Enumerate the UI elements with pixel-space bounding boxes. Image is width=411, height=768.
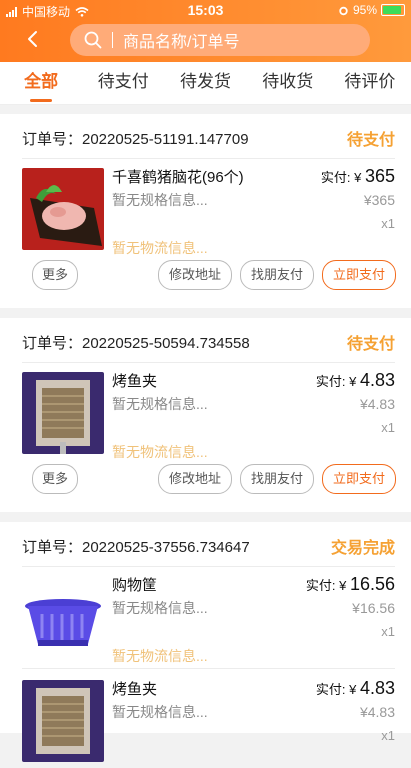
more-button[interactable]: 更多 xyxy=(32,464,78,494)
order-number: 订单号：20220525-37556.734647 xyxy=(22,538,250,556)
order-card: 订单号：20220525-51191.147709 待支付 千喜鹤猪脑花(96个… xyxy=(0,114,411,308)
change-address-button[interactable]: 修改地址 xyxy=(158,260,232,290)
order-header: 订单号：20220525-51191.147709 待支付 xyxy=(22,126,395,150)
paid-amount: 4.83 xyxy=(359,370,395,390)
paid-amount: 4.83 xyxy=(359,678,395,698)
item-quantity: x1 xyxy=(381,216,395,231)
item-paid: 实付: ¥ 4.83 xyxy=(316,370,395,391)
search-input[interactable]: 商品名称/订单号 xyxy=(70,24,370,56)
divider xyxy=(22,566,395,567)
order-card: 订单号：20220525-50594.734558 待支付 烤鱼夹 暂无规格信息… xyxy=(0,318,411,512)
search-placeholder: 商品名称/订单号 xyxy=(123,34,240,51)
battery-icon xyxy=(381,4,405,16)
item-spec: 暂无规格信息... xyxy=(112,704,208,720)
paid-amount: 16.56 xyxy=(349,574,395,594)
item-name: 烤鱼夹 xyxy=(112,373,158,390)
item-price: ¥365 xyxy=(363,192,395,208)
item-spec: 暂无规格信息... xyxy=(112,192,208,208)
item-paid: 实付: ¥ 4.83 xyxy=(316,678,395,699)
divider xyxy=(22,362,395,363)
item-logistics: 暂无物流信息... xyxy=(112,444,208,460)
order-status: 待支付 xyxy=(346,336,395,353)
order-tabs: 全部 待支付 待发货 待收货 待评价 xyxy=(0,62,411,105)
tab-pending-review[interactable]: 待评价 xyxy=(329,62,411,104)
paid-amount: 365 xyxy=(364,166,395,186)
header-bar: 中国移动 15:03 95% 商品名称/订单号 xyxy=(0,0,411,62)
item-price: ¥4.83 xyxy=(359,704,395,720)
product-image xyxy=(22,168,104,250)
divider xyxy=(22,158,395,159)
friend-pay-button[interactable]: 找朋友付 xyxy=(240,464,314,494)
item-spec: 暂无规格信息... xyxy=(112,600,208,616)
tab-pending-receipt[interactable]: 待收货 xyxy=(247,62,329,104)
friend-pay-button[interactable]: 找朋友付 xyxy=(240,260,314,290)
item-quantity: x1 xyxy=(381,728,395,743)
order-card: 订单号：20220525-37556.734647 交易完成 购物筐 暂无规格信… xyxy=(0,522,411,762)
item-price: ¥4.83 xyxy=(359,396,395,412)
item-name: 千喜鹤猪脑花(96个) xyxy=(112,169,244,186)
item-name: 烤鱼夹 xyxy=(112,681,158,698)
paid-label: 实付: ¥ xyxy=(315,374,360,389)
battery-percent: 95% xyxy=(352,3,377,17)
status-right: 95% xyxy=(338,3,405,17)
item-quantity: x1 xyxy=(381,420,395,435)
item-logistics: 暂无物流信息... xyxy=(112,648,208,664)
alarm-icon xyxy=(339,6,348,15)
order-item[interactable]: 购物筐 暂无规格信息... 暂无物流信息... 实付: ¥ 16.56 ¥16.… xyxy=(22,568,395,664)
order-header: 订单号：20220525-50594.734558 待支付 xyxy=(22,330,395,354)
item-logistics: 暂无物流信息... xyxy=(112,240,208,256)
order-number: 订单号：20220525-51191.147709 xyxy=(22,130,249,148)
paid-label: 实付: ¥ xyxy=(315,682,360,697)
pay-now-button[interactable]: 立即支付 xyxy=(322,464,396,494)
item-spec: 暂无规格信息... xyxy=(112,396,208,412)
tab-all[interactable]: 全部 xyxy=(0,62,82,104)
item-paid: 实付: ¥ 16.56 xyxy=(306,574,395,595)
status-bar: 中国移动 15:03 95% xyxy=(0,0,411,22)
tab-pending-payment[interactable]: 待支付 xyxy=(82,62,164,104)
item-name: 购物筐 xyxy=(112,577,158,594)
order-number: 订单号：20220525-50594.734558 xyxy=(22,334,250,352)
order-item[interactable]: 千喜鹤猪脑花(96个) 暂无规格信息... 暂无物流信息... 实付: ¥ 36… xyxy=(22,160,395,256)
chevron-left-icon[interactable] xyxy=(22,28,44,50)
search-icon xyxy=(84,31,102,49)
more-button[interactable]: 更多 xyxy=(32,260,78,290)
item-price: ¥16.56 xyxy=(352,600,395,616)
divider xyxy=(22,668,395,669)
search-cursor xyxy=(112,32,113,48)
pay-now-button[interactable]: 立即支付 xyxy=(322,260,396,290)
order-header: 订单号：20220525-37556.734647 交易完成 xyxy=(22,534,395,558)
paid-label: 实付: ¥ xyxy=(305,578,350,593)
item-paid: 实付: ¥ 365 xyxy=(321,166,395,187)
order-status: 待支付 xyxy=(346,132,395,149)
change-address-button[interactable]: 修改地址 xyxy=(158,464,232,494)
product-image xyxy=(22,372,104,454)
paid-label: 实付: ¥ xyxy=(320,170,365,185)
order-item[interactable]: 烤鱼夹 暂无规格信息... 实付: ¥ 4.83 ¥4.83 x1 xyxy=(22,672,395,768)
item-quantity: x1 xyxy=(381,624,395,639)
product-image xyxy=(22,576,104,658)
order-status: 交易完成 xyxy=(330,540,395,557)
product-image xyxy=(22,680,104,762)
tab-pending-shipment[interactable]: 待发货 xyxy=(164,62,246,104)
order-item[interactable]: 烤鱼夹 暂无规格信息... 暂无物流信息... 实付: ¥ 4.83 ¥4.83… xyxy=(22,364,395,460)
